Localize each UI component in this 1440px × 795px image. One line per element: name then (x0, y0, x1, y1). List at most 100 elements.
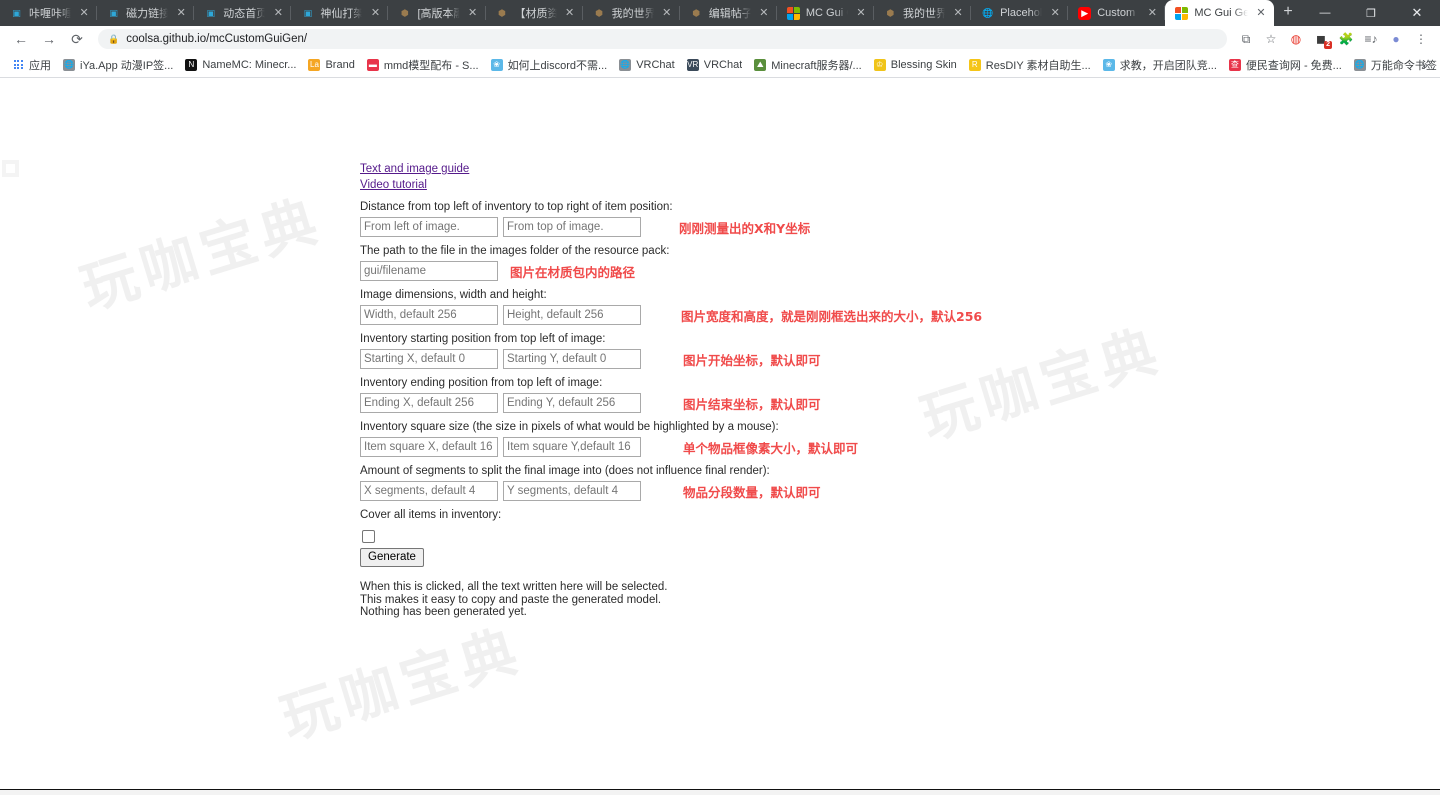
tab-close-icon[interactable]: ✕ (951, 6, 965, 20)
text-input[interactable] (503, 481, 641, 501)
browser-tab-label: 编辑帖子 - 」 (709, 5, 751, 21)
text-input[interactable] (503, 437, 641, 457)
browser-tab-label: [高版本融 (417, 5, 459, 21)
bookmark-item-label: Brand (325, 59, 354, 71)
tab-close-icon[interactable]: ✕ (1254, 6, 1268, 20)
bookmark-item[interactable]: 🌐iYa.App 动漫IP签... (57, 55, 179, 75)
bookmark-favicon-icon: ♔ (874, 59, 886, 71)
browser-tab[interactable]: ▣磁力链接搜✕ (97, 0, 194, 26)
forward-icon[interactable]: → (36, 26, 62, 52)
bookmark-item[interactable]: VR VRChat (681, 57, 749, 73)
browser-tab[interactable]: ⬢我的世界材✕ (874, 0, 971, 26)
watermark-text: 玩咖宝典 (270, 605, 531, 755)
browser-tab[interactable]: ▶Custom Gui✕ (1068, 0, 1165, 26)
bookmark-item[interactable]: RResDIY 素材自助生... (963, 55, 1097, 75)
page-viewport: 玩咖宝典 玩咖宝典 玩咖宝典 Text and image guide Vide… (0, 78, 1440, 795)
bookmark-item[interactable]: ♔Blessing Skin (868, 57, 963, 73)
video-tutorial-link[interactable]: Video tutorial (360, 178, 1360, 193)
bookmark-favicon-icon: 查 (1229, 59, 1241, 71)
browser-tab[interactable]: ⬢我的世界材✕ (583, 0, 680, 26)
text-input[interactable] (503, 305, 641, 325)
chrome-menu-icon[interactable]: ⋮ (1410, 28, 1432, 50)
annotation-note: 刚刚测量出的X和Y坐标 (679, 218, 810, 237)
tab-close-icon[interactable]: ✕ (854, 6, 868, 20)
browser-tab[interactable]: ⬢【材质资源】✕ (486, 0, 583, 26)
lock-icon: 🔒 (108, 34, 119, 45)
tab-close-icon[interactable]: ✕ (174, 6, 188, 20)
minecraft-block-icon: ⬢ (690, 7, 703, 20)
text-input[interactable] (360, 437, 498, 457)
bookmark-item[interactable]: LaBrand (302, 57, 360, 73)
toolbar-icon-group: ⧉☆◍◼2🧩≡♪●⋮ (1235, 28, 1432, 50)
bookmark-apps[interactable]: 应用 (6, 55, 57, 75)
bookmark-item-label: iYa.App 动漫IP签... (80, 57, 173, 73)
bookmark-item-label: 便民查询网 - 免费... (1246, 57, 1342, 73)
close-window-button[interactable]: ✕ (1394, 0, 1440, 26)
browser-tab[interactable]: MC Gui Gen✕ (777, 0, 874, 26)
text-and-image-guide-link[interactable]: Text and image guide (360, 162, 1360, 177)
bookmark-item-label: VRChat (704, 59, 743, 71)
tab-close-icon[interactable]: ✕ (466, 6, 480, 20)
help-line: Nothing has been generated yet. (360, 606, 1360, 619)
field-label: Inventory square size (the size in pixel… (360, 420, 1360, 434)
help-line: This makes it easy to copy and paste the… (360, 594, 1360, 607)
text-input[interactable] (360, 217, 498, 237)
minimize-button[interactable]: — (1302, 0, 1348, 26)
field-row: 图片宽度和高度，就是刚刚框选出来的大小，默认256 (360, 305, 1360, 325)
bookmark-item[interactable]: NNameMC: Minecr... (179, 57, 302, 73)
back-icon[interactable]: ← (8, 26, 34, 52)
browser-tab[interactable]: ▣动态首页-哔✕ (194, 0, 291, 26)
reload-icon[interactable]: ⟳ (64, 26, 90, 52)
browser-tab[interactable]: ▣咔喱咔喱 (✕ (0, 0, 97, 26)
tab-close-icon[interactable]: ✕ (1145, 6, 1159, 20)
opera-extension-icon[interactable]: ◍ (1285, 28, 1307, 50)
tab-close-icon[interactable]: ✕ (368, 6, 382, 20)
cover-all-items-checkbox[interactable] (362, 530, 375, 543)
apps-grid-icon (12, 59, 24, 71)
browser-tab[interactable]: ▣神仙打架，月✕ (291, 0, 388, 26)
tab-close-icon[interactable]: ✕ (757, 6, 771, 20)
field-row: 图片开始坐标，默认即可 (360, 349, 1360, 369)
adblock-icon[interactable]: ◼2 (1310, 28, 1332, 50)
text-input[interactable] (503, 349, 641, 369)
generate-help-text: When this is clicked, all the text writt… (360, 581, 1360, 619)
text-input[interactable] (503, 217, 641, 237)
bookmark-star-icon[interactable]: ☆ (1260, 28, 1282, 50)
browser-tab-label: 神仙打架，月 (320, 5, 362, 21)
tab-close-icon[interactable]: ✕ (271, 6, 285, 20)
browser-tab[interactable]: MC Gui Gen✕ (1165, 0, 1274, 26)
bookmark-item[interactable]: ▬mmd模型配布 - S... (361, 55, 485, 75)
tab-close-icon[interactable]: ✕ (660, 6, 674, 20)
address-bar[interactable]: 🔒 coolsa.github.io/mcCustomGuiGen/ (98, 29, 1227, 49)
browser-tab[interactable]: ⬢ 编辑帖子 - 」 ✕ (680, 0, 777, 26)
playlist-icon[interactable]: ≡♪ (1360, 28, 1382, 50)
text-input[interactable] (360, 261, 498, 281)
text-input[interactable] (360, 349, 498, 369)
browser-tab[interactable]: ⬢[高版本融✕ (388, 0, 485, 26)
browser-tab[interactable]: 🌐Placeholder✕ (971, 0, 1068, 26)
bookmarks-overflow-button[interactable]: » (1415, 58, 1434, 72)
bookmark-item[interactable]: ❀如何上discord不需... (485, 55, 614, 75)
text-input[interactable] (360, 393, 498, 413)
bookmark-item[interactable]: ❀求教，开启团队竞... (1097, 55, 1223, 75)
cast-icon[interactable]: ⧉ (1235, 28, 1257, 50)
extensions-puzzle-icon[interactable]: 🧩 (1335, 28, 1357, 50)
tab-close-icon[interactable]: ✕ (77, 6, 91, 20)
browser-tab-label: 咔喱咔喱 ( (29, 5, 71, 21)
maximize-button[interactable]: ❐ (1348, 0, 1394, 26)
profile-avatar-icon[interactable]: ● (1385, 28, 1407, 50)
bookmark-favicon-icon: VR (687, 59, 699, 71)
generate-button[interactable]: Generate (360, 548, 424, 567)
text-input[interactable] (503, 393, 641, 413)
gui-generator-form: Text and image guide Video tutorial Dist… (360, 162, 1360, 619)
text-input[interactable] (360, 305, 498, 325)
bookmark-item-label: VRChat (636, 59, 675, 71)
text-input[interactable] (360, 481, 498, 501)
new-tab-button[interactable]: + (1274, 0, 1302, 26)
bookmark-item[interactable]: 🌐VRChat (613, 57, 681, 73)
tab-close-icon[interactable]: ✕ (563, 6, 577, 20)
bookmark-favicon-icon: N (185, 59, 197, 71)
bookmark-item[interactable]: ⛰Minecraft服务器/... (748, 55, 867, 75)
bookmark-item[interactable]: 查便民查询网 - 免费... (1223, 55, 1348, 75)
tab-close-icon[interactable]: ✕ (1048, 6, 1062, 20)
